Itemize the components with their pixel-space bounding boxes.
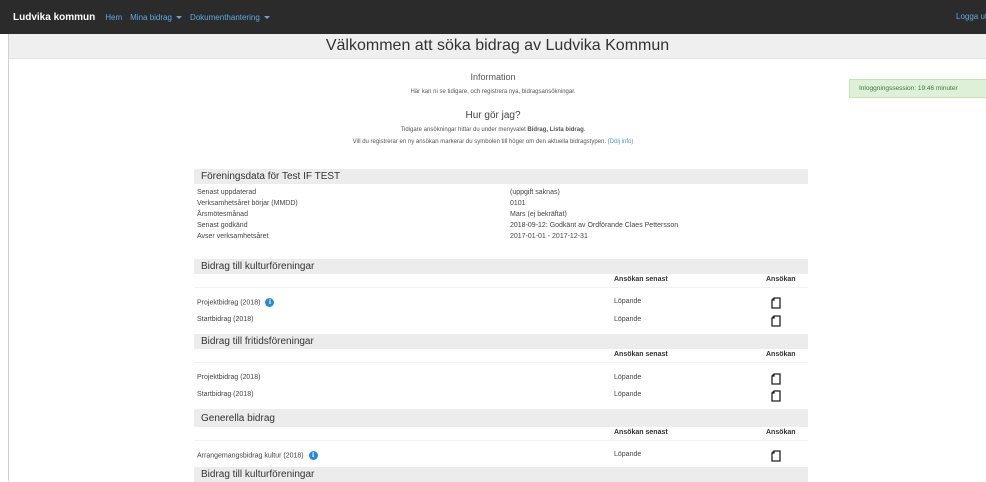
row-divider (194, 362, 808, 363)
forening-label: Verksamhetsåret börjar (MMDD) (197, 200, 298, 207)
forening-label: Senast uppdaterad (197, 189, 257, 196)
how-title: Hur gör jag? (465, 110, 521, 121)
session-timer-text: Inloggningssession: 19:46 minuter (859, 85, 958, 92)
forening-label: Årsmötesmånad (197, 211, 248, 218)
info-text: Här kan ni se tidigare, och registrera n… (410, 89, 576, 95)
new-application-icon[interactable] (771, 315, 781, 327)
forening-value: 0101 (510, 200, 526, 207)
ansokan-senast: Löpande (614, 374, 642, 381)
section-header-text: Bidrag till kulturföreningar (201, 469, 315, 480)
new-application-icon[interactable] (771, 297, 781, 309)
how-text-2-main: Vill du registrerar en ny ansökan marker… (352, 139, 606, 145)
logout-link[interactable]: Logga ut (956, 12, 986, 21)
info-icon[interactable]: i (308, 451, 318, 460)
how-text-1-bold: Bidrag, Lista bidrag (527, 127, 584, 133)
column-header-senast: Ansökan senast (614, 351, 668, 358)
info-title: Information (470, 72, 516, 82)
bidrag-name-text: Arrangemangsbidrag kultur (2018) (197, 452, 304, 460)
nav-dokumenthantering[interactable]: Dokumenthantering (190, 13, 270, 22)
forening-value: (uppgift saknas) (510, 189, 560, 196)
section-header-text: Bidrag till kulturföreningar (201, 261, 315, 272)
forening-label: Senast godkänd (197, 222, 248, 229)
page-title: Välkommen att söka bidrag av Ludvika Kom… (325, 37, 670, 54)
column-header-senast: Ansökan senast (614, 276, 668, 283)
column-header-ansokan: Ansökan (766, 276, 796, 283)
nav-mina-bidrag-label: Mina bidrag (130, 12, 172, 22)
forening-value: 2017-01-01 - 2017-12-31 (510, 233, 588, 240)
new-application-icon[interactable] (771, 373, 781, 385)
bidrag-name-text: Projektbidrag (2018) (197, 299, 261, 307)
page-frame-left (8, 34, 9, 481)
ansokan-senast: Löpande (614, 451, 642, 458)
session-timer-box: Inloggningssession: 19:46 minuter (849, 79, 986, 98)
section-header-generella: Generella bidrag (194, 409, 808, 427)
bidrag-name: Arrangemangsbidrag kultur (2018) i (197, 451, 318, 460)
section-header-text: Bidrag till fritidsföreningar (201, 336, 314, 347)
column-header-ansokan: Ansökan (766, 351, 796, 358)
new-application-icon[interactable] (771, 450, 781, 462)
forening-label: Avser verksamhetsåret (197, 233, 269, 240)
row-divider (194, 440, 808, 441)
how-text-1-pre: Tidigare ansökningar hittar du under men… (400, 127, 528, 133)
nav-home[interactable]: Hem (105, 13, 122, 22)
section-header-kultur-2: Bidrag till kulturföreningar (194, 467, 808, 482)
forening-section-header: Föreningsdata för Test IF TEST (194, 169, 808, 184)
ansokan-senast: Löpande (614, 316, 642, 323)
brand-link[interactable]: Ludvika kommun (13, 12, 95, 23)
bidrag-name: Startbidrag (2018) (197, 391, 254, 398)
chevron-down-icon (175, 15, 182, 19)
new-application-icon[interactable] (771, 390, 781, 402)
ansokan-senast: Löpande (614, 298, 642, 305)
forening-value: Mars (ej bekräftat) (510, 211, 567, 218)
info-icon[interactable]: i (265, 298, 275, 307)
forening-value: 2018-09-12: Godkänt av Ordförande Claes … (510, 222, 679, 229)
how-text-2: Vill du registrerar en ny ansökan marker… (0, 139, 986, 145)
bidrag-name: Projektbidrag (2018) (197, 374, 261, 381)
nav-dokumenthantering-label: Dokumenthantering (189, 12, 260, 22)
page-title-bar: Välkommen att söka bidrag av Ludvika Kom… (9, 34, 986, 59)
chevron-down-icon (263, 15, 270, 19)
top-navbar: Ludvika kommun Hem Mina bidrag Dokumenth… (0, 0, 986, 34)
ansokan-senast: Löpande (614, 391, 642, 398)
how-text-1-post: . (583, 127, 586, 133)
forening-header-text: Föreningsdata för Test IF TEST (201, 171, 341, 182)
bidrag-name: Startbidrag (2018) (197, 316, 254, 323)
section-header-text: Generella bidrag (201, 412, 275, 424)
nav-mina-bidrag[interactable]: Mina bidrag (130, 13, 182, 22)
how-text-1: Tidigare ansökningar hittar du under men… (0, 127, 986, 133)
column-header-senast: Ansökan senast (614, 429, 668, 436)
column-header-ansokan: Ansökan (766, 429, 796, 436)
hide-info-link[interactable]: (Dölj info) (608, 139, 634, 145)
section-header-fritid: Bidrag till fritidsföreningar (194, 334, 808, 349)
row-divider (194, 287, 808, 288)
section-header-kultur: Bidrag till kulturföreningar (194, 259, 808, 274)
bidrag-name: Projektbidrag (2018) i (197, 298, 275, 307)
